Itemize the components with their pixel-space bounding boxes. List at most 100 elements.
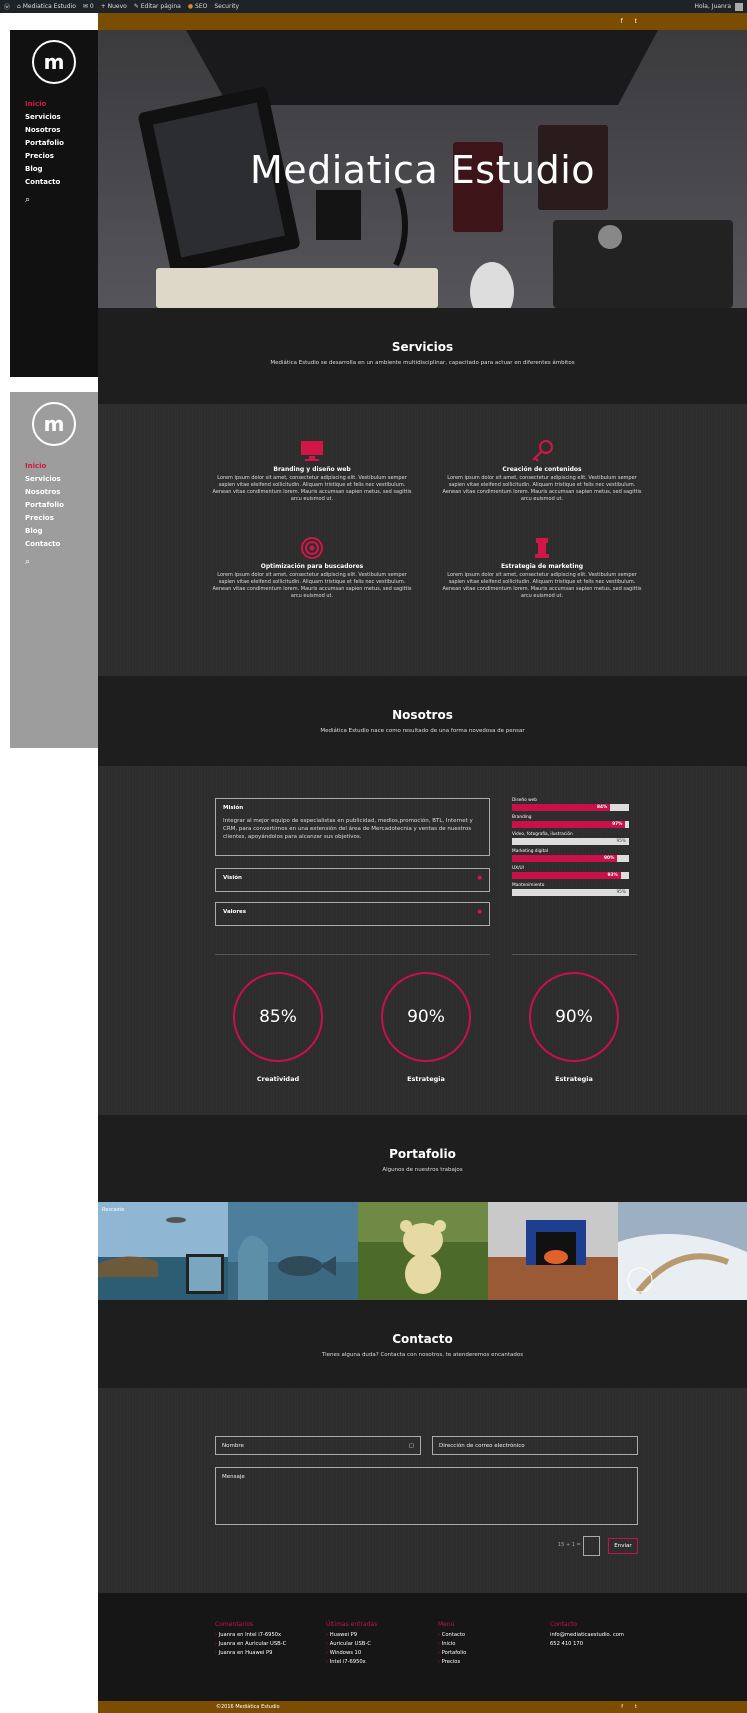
nosotros-header: Nosotros Mediática Estudio nace como res… [98,676,747,766]
top-social-strip: f t [98,13,747,30]
skill-name: Video, fotografía, ilustración [512,832,573,837]
service-item: Estrategia de marketing Lorem ipsum dolo… [442,537,642,600]
accordion-title: Misión [223,805,244,811]
name-field[interactable]: Nombre ▢ [215,1436,421,1455]
footer-phone: 652 410 170 [550,1641,584,1647]
nav-item-portafolio[interactable]: Portafolio [25,499,98,512]
edit-page-link[interactable]: ✎ Editar página [134,3,181,10]
servicios-section [98,404,747,676]
nav-item-nosotros[interactable]: Nosotros [25,124,98,137]
divider [512,954,637,955]
footer-contact: Contacto info@mediaticaestudio. com 652 … [550,1621,624,1649]
footer-email[interactable]: info@mediaticaestudio. com [550,1631,624,1640]
nav-item-inicio[interactable]: Inicio [25,460,98,473]
twitter-icon[interactable]: t [635,1704,637,1710]
search-icon[interactable]: ⌕ [10,195,98,205]
footer-heading: Últimas entradas [326,1621,378,1628]
captcha-input[interactable] [583,1536,600,1556]
hero-title: Mediatica Estudio [249,148,596,192]
footer-link[interactable]: Juanra en Huawei P9 [215,1649,286,1658]
skill-value: 97% [512,821,626,828]
nav-item-contacto[interactable]: Contacto [25,176,98,189]
plus-icon: ● [477,875,482,881]
twitter-icon[interactable]: t [635,18,637,25]
footer-heading: Menú [438,1621,455,1628]
portfolio-image-fish [228,1202,358,1300]
nav-item-servicios[interactable]: Servicios [25,111,98,124]
facebook-icon[interactable]: f [621,18,623,25]
nav-item-blog[interactable]: Blog [25,163,98,176]
sidebar-nav: m Inicio Servicios Nosotros Portafolio P… [10,30,98,377]
field-icon: ▢ [408,1442,414,1449]
service-text: Lorem ipsum dolor sit amet, consectetur … [212,572,412,599]
facebook-icon[interactable]: f [621,1704,623,1710]
skill-value: 90% [512,855,618,862]
avatar [735,2,743,11]
footer-link[interactable]: Auricular USB-C [326,1640,377,1649]
footer-link[interactable]: Huawei P9 [326,1631,377,1640]
nav-menu: Inicio Servicios Nosotros Portafolio Pre… [10,460,98,551]
nav-item-contacto[interactable]: Contacto [25,538,98,551]
accordion-valores[interactable]: Valores ● [215,902,490,926]
seo-status-icon: ● [187,3,194,10]
footer-heading: Contacto [550,1621,578,1628]
footer-link[interactable]: Juanra en Auricular USB-C [215,1640,286,1649]
nav-item-inicio[interactable]: Inicio [25,98,98,111]
security-link[interactable]: Security [214,3,239,10]
nav-item-precios[interactable]: Precios [25,512,98,525]
portfolio-item[interactable] [618,1202,747,1300]
service-text: Lorem ipsum dolor sit amet, consectetur … [442,572,642,599]
nav-item-nosotros[interactable]: Nosotros [25,486,98,499]
nav-item-portafolio[interactable]: Portafolio [25,137,98,150]
accordion-vision[interactable]: Visión ● [215,868,490,892]
footer-link[interactable]: Juanra en Intel i7-6950x [215,1631,286,1640]
greeting-label: Hola, Juanra [694,3,731,10]
accordion-mision[interactable]: Misión Integrar al mejor equipo de espec… [215,798,490,856]
stat-label: Estrategia [407,1075,445,1083]
skill-value: 95% [616,890,626,895]
hero-section: Mediatica Estudio [98,30,747,308]
send-button[interactable]: Enviar [608,1538,638,1554]
search-icon[interactable]: ⌕ [10,557,98,567]
portfolio-item[interactable] [488,1202,618,1300]
comments-link[interactable]: ✉ 0 [83,3,94,10]
skill-value: 93% [512,872,621,879]
skills-list: Diseño web 84% Branding 97% Video, fotogra… [512,798,629,900]
nav-item-servicios[interactable]: Servicios [25,473,98,486]
portfolio-item[interactable] [228,1202,358,1300]
nav-item-precios[interactable]: Precios [25,150,98,163]
new-link[interactable]: + Nuevo [101,3,127,10]
service-item: Branding y diseño web Lorem ipsum dolor … [212,440,412,503]
stat-circle: 90% Estrategia [527,972,621,1083]
seo-link[interactable]: ● SEO [188,3,208,10]
section-subtitle: Algunos de nuestros trabajos [382,1167,463,1173]
footer-comments: Comentarios Juanra en Intel i7-6950x Jua… [215,1621,286,1658]
portfolio-item[interactable]: Rescaste [98,1202,228,1300]
footer-link[interactable]: Windows 10 [326,1649,377,1658]
footer-link[interactable]: Contacto [438,1631,466,1640]
footer-link[interactable]: Precios [438,1658,466,1667]
footer-link[interactable]: Inicio [438,1640,466,1649]
footer-link[interactable]: Intel i7-6950x [326,1658,377,1667]
portfolio-image-island: Rescaste [98,1202,228,1300]
site-name-link[interactable]: ⌂ Mediatica Estudio [17,3,76,10]
nav-menu: Inicio Servicios Nosotros Portafolio Pre… [10,98,98,189]
skill-bar: Diseño web 84% [512,798,629,811]
site-logo[interactable]: m [32,40,76,84]
captcha-label: 15 + 1 = [558,1542,581,1548]
service-item: Optimización para buscadores Lorem ipsum… [212,537,412,600]
nav-item-blog[interactable]: Blog [25,525,98,538]
wordpress-icon[interactable]: ⓦ [4,2,10,11]
email-field[interactable]: Dirección de correo electrónico [432,1436,638,1455]
user-menu[interactable]: Hola, Juanra [694,2,743,11]
portfolio-image-bear [358,1202,488,1300]
message-field[interactable]: Mensaje [215,1467,638,1525]
accordion-title: Visión [223,875,242,881]
service-title: Estrategia de marketing [500,563,584,570]
footer: Comentarios Juanra en Intel i7-6950x Jua… [98,1593,747,1701]
footer-link[interactable]: Portafolio [438,1649,467,1658]
portfolio-item[interactable] [358,1202,488,1300]
portfolio-image-fireplace [488,1202,618,1300]
edit-label: Editar página [140,3,181,10]
site-logo[interactable]: m [32,402,76,446]
